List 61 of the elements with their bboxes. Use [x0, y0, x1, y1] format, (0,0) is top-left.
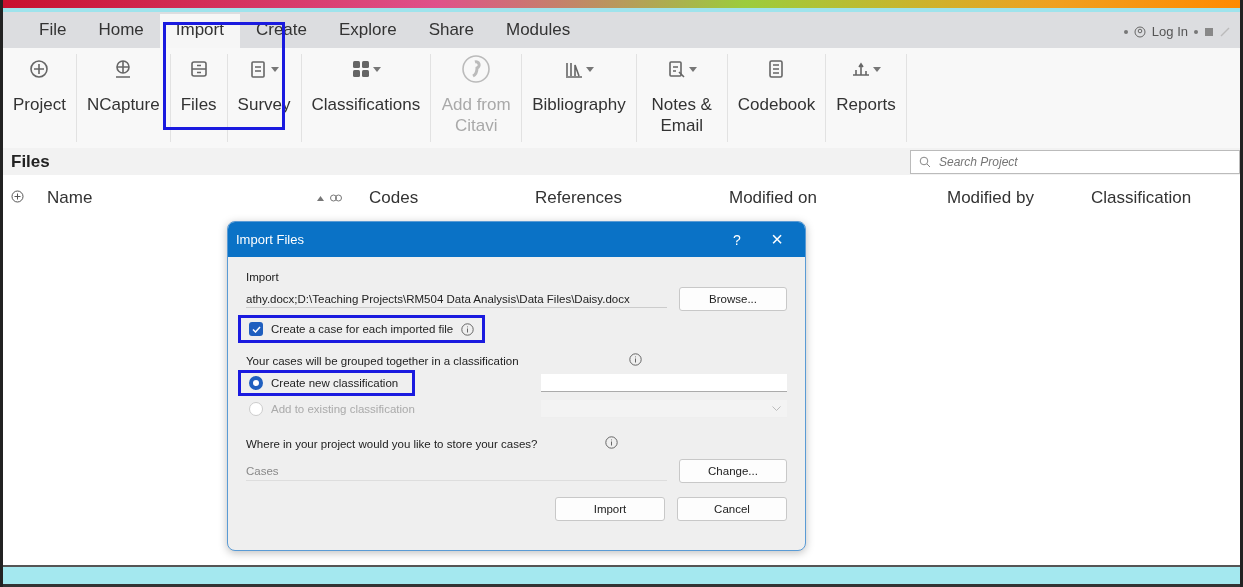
pen-icon[interactable] — [1220, 26, 1230, 37]
note-icon — [666, 59, 687, 79]
chevron-down-icon — [772, 406, 781, 411]
cancel-button[interactable]: Cancel — [677, 497, 787, 521]
menu-tab[interactable]: Share — [412, 14, 490, 48]
radio-label[interactable]: Create new classification — [271, 377, 399, 389]
search-field[interactable]: Search Project — [910, 149, 1240, 174]
ribbon-button[interactable]: Codebook — [727, 54, 827, 142]
ribbon-button[interactable]: Reports — [826, 54, 907, 142]
browse-button[interactable]: Browse... — [679, 287, 787, 311]
menu-tab[interactable]: Modules — [490, 14, 587, 48]
column-header[interactable]: Modified on — [729, 188, 947, 208]
info-icon — [605, 436, 619, 449]
grid-icon — [350, 59, 371, 79]
save-icon[interactable] — [1204, 26, 1214, 37]
login-link[interactable]: Log In — [1151, 24, 1188, 39]
ribbon-button[interactable]: Project — [3, 54, 77, 142]
caret-icon — [372, 66, 381, 72]
caret-icon — [688, 66, 697, 72]
close-button[interactable]: × — [757, 228, 797, 251]
classification-name-field[interactable] — [541, 374, 787, 392]
import-button[interactable]: Import — [555, 497, 665, 521]
menu-tab[interactable]: File — [23, 14, 83, 48]
menu-tab[interactable]: Home — [82, 14, 160, 48]
path-field[interactable]: athy.docx;D:\Teaching Projects\RM504 Data Analysis\Data Files\Daisy.docx — [246, 290, 667, 308]
menu-tab[interactable]: Explore — [323, 14, 413, 48]
column-header[interactable]: References — [535, 188, 729, 208]
column-header[interactable]: Classification — [1091, 188, 1240, 208]
user-circle-icon — [1133, 25, 1146, 38]
ribbon-button[interactable]: Classifications — [301, 54, 432, 142]
drawer-icon — [188, 59, 209, 79]
search-icon — [919, 155, 931, 168]
ribbon-button[interactable]: Notes & Email — [636, 54, 728, 142]
sort-up-icon[interactable] — [317, 195, 324, 201]
dot-icon — [1123, 29, 1128, 34]
column-header[interactable]: Modified by — [947, 188, 1091, 208]
column-header[interactable]: Name — [47, 188, 317, 208]
ribbon-button[interactable]: Files — [170, 54, 228, 142]
info-icon — [628, 353, 642, 366]
instruction-text: Where in your project would you like to store your cases? — [246, 437, 538, 450]
change-button[interactable]: Change... — [679, 459, 787, 483]
caret-icon — [271, 66, 280, 72]
link-icon — [330, 194, 342, 202]
ribbon-button[interactable]: NCapture — [76, 54, 171, 142]
ribbon-button[interactable]: Bibliography — [522, 54, 637, 142]
radio-button[interactable] — [249, 376, 263, 390]
caret-icon — [585, 66, 594, 72]
quote-circle-icon — [461, 54, 492, 84]
caret-icon — [873, 66, 881, 72]
dialog-title: Import Files — [236, 232, 304, 247]
dot-icon — [1194, 29, 1198, 34]
help-button[interactable]: ? — [717, 231, 757, 248]
info-icon — [461, 322, 475, 336]
panel-title: Files — [11, 151, 50, 172]
checkbox-label[interactable]: Create a case for each imported file — [271, 323, 454, 335]
instruction-text: Your cases will be grouped together in a classification — [246, 354, 519, 367]
field-label: Import — [246, 271, 280, 283]
column-header[interactable]: Codes — [369, 188, 535, 208]
plus-circle-icon[interactable] — [11, 190, 24, 203]
checkbox[interactable] — [249, 322, 263, 336]
plus-circle-icon — [29, 59, 50, 79]
